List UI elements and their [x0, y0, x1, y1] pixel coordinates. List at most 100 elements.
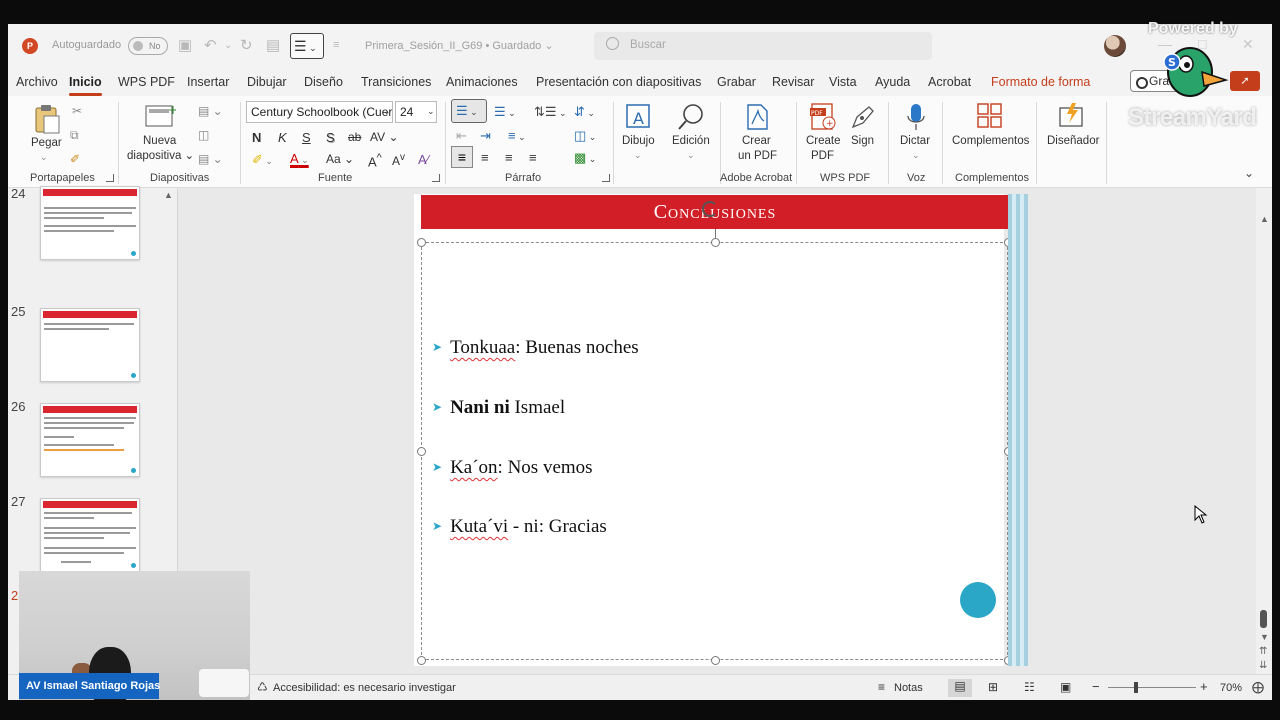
notes-button[interactable]: Notas	[894, 682, 923, 694]
scroll-thumb[interactable]	[1260, 610, 1267, 628]
italic-icon[interactable]: K	[278, 130, 287, 145]
scroll-down-icon[interactable]: ▼	[1260, 632, 1269, 642]
shadow-icon[interactable]: S	[326, 130, 335, 145]
undo-icon[interactable]: ↶	[204, 36, 217, 54]
tab-dibujar[interactable]: Dibujar	[247, 75, 287, 89]
scroll-up-icon[interactable]: ▲	[164, 190, 173, 200]
zoom-slider-thumb[interactable]	[1134, 682, 1138, 693]
create-pdf-label-2[interactable]: un PDF	[738, 149, 777, 164]
highlight-icon[interactable]: ✐ ⌄	[252, 152, 273, 168]
line-spacing-icon[interactable]: ⇅☰ ⌄	[534, 104, 567, 120]
dictate-button[interactable]: Dictar	[900, 134, 930, 149]
zoom-out-icon[interactable]: −	[1092, 679, 1100, 694]
underline-icon[interactable]: S	[302, 130, 311, 145]
reading-view-icon[interactable]: ☷	[1024, 680, 1035, 694]
launcher-icon[interactable]	[106, 174, 114, 182]
sign-button[interactable]: Sign	[851, 134, 874, 149]
accessibility-icon[interactable]: ♺	[257, 680, 268, 694]
grow-font-icon[interactable]: A^	[368, 152, 382, 169]
rotate-handle-icon[interactable]	[702, 201, 718, 217]
bullet-item[interactable]: ➤ Kuta´vi - ni: Gracias	[432, 516, 607, 538]
slide[interactable]: Conclusiones ➤ Tonkuaa: Buenas noches ➤ Na…	[414, 194, 1013, 666]
new-slide-dropdown[interactable]: diapositiva ⌄	[127, 149, 194, 164]
align-right-icon[interactable]: ≡	[505, 150, 513, 165]
tab-presentacion[interactable]: Presentación con diapositivas	[536, 75, 701, 89]
tab-formato-de-forma[interactable]: Formato de forma	[991, 75, 1090, 89]
format-painter-icon[interactable]: ✐	[70, 152, 80, 166]
tab-insertar[interactable]: Insertar	[187, 75, 229, 89]
tab-archivo[interactable]: Archivo	[16, 75, 58, 89]
slideshow-view-icon[interactable]: ▣	[1060, 680, 1071, 694]
search-input[interactable]: Buscar	[594, 32, 932, 60]
tab-vista[interactable]: Vista	[829, 75, 857, 89]
previous-slide-icon[interactable]: ⇈	[1259, 646, 1267, 657]
avatar[interactable]	[1104, 35, 1126, 57]
cut-icon[interactable]: ✂	[72, 104, 82, 118]
bold-icon[interactable]: N	[252, 130, 261, 145]
tab-wps-pdf[interactable]: WPS PDF	[118, 75, 175, 89]
resize-handle[interactable]	[711, 238, 720, 247]
document-name[interactable]: Primera_Sesión_II_G69 • Guardado ⌄	[365, 39, 554, 52]
smartart-icon[interactable]: ▩ ⌄	[574, 150, 596, 166]
numbering-icon[interactable]: ☰ ⌄	[494, 104, 516, 120]
slide-thumbnail-24[interactable]	[40, 186, 140, 260]
columns-icon[interactable]: ≡ ⌄	[508, 128, 526, 143]
content-textbox[interactable]: ➤ Tonkuaa: Buenas noches ➤ Nani ni Ismael …	[417, 229, 1013, 665]
notes-icon[interactable]: ≡	[878, 680, 885, 694]
justify-icon[interactable]: ≡	[529, 150, 537, 165]
resize-handle[interactable]	[711, 656, 720, 665]
normal-view-icon[interactable]: ▤	[948, 679, 972, 697]
decrease-indent-icon[interactable]: ⇤	[456, 128, 467, 144]
fit-slide-icon[interactable]: ⨁	[1252, 680, 1264, 694]
new-slide-button[interactable]: Nueva	[143, 134, 176, 149]
text-direction-icon[interactable]: ⇵ ⌄	[574, 104, 595, 120]
resize-handle[interactable]	[417, 238, 426, 247]
zoom-level[interactable]: 70%	[1220, 682, 1242, 694]
copy-icon[interactable]: ⧉	[70, 128, 79, 143]
bullet-item[interactable]: ➤ Nani ni Ismael	[432, 397, 565, 419]
bullet-item[interactable]: ➤ Ka´on: Nos vemos	[432, 457, 593, 479]
share-button[interactable]: ➚	[1230, 71, 1260, 91]
shrink-font-icon[interactable]: Av	[392, 152, 405, 168]
font-color-icon[interactable]: A ⌄	[290, 151, 309, 166]
drawing-button[interactable]: Dibujo	[622, 134, 655, 149]
paste-button[interactable]: Pegar	[31, 136, 62, 151]
bullet-item[interactable]: ➤ Tonkuaa: Buenas noches	[432, 337, 639, 359]
clear-format-icon[interactable]: A∕	[418, 152, 429, 167]
align-center-icon[interactable]: ≡	[481, 150, 489, 165]
autosave-toggle[interactable]: No	[128, 37, 168, 55]
tab-animaciones[interactable]: Animaciones	[446, 75, 518, 89]
slide-thumbnail-27[interactable]	[40, 498, 140, 572]
tab-grabar[interactable]: Grabar	[717, 75, 756, 89]
save-icon[interactable]: ▣	[178, 36, 192, 54]
reset-icon[interactable]: ◫	[198, 128, 209, 142]
designer-button[interactable]: Diseñador	[1047, 134, 1099, 149]
undo-dropdown-icon[interactable]: ⌄	[224, 40, 232, 51]
change-case-icon[interactable]: Aa ⌄	[326, 152, 354, 166]
create-pdf-label-1[interactable]: Crear	[742, 134, 771, 149]
vertical-scrollbar[interactable]: ▲ ▼ ⇈ ⇊	[1256, 188, 1272, 674]
slide-thumbnail-25[interactable]	[40, 308, 140, 382]
redo-icon[interactable]: ↻	[240, 36, 253, 54]
customize-toolbar-icon[interactable]: ≡	[333, 39, 339, 51]
increase-indent-icon[interactable]: ⇥	[480, 128, 491, 144]
slide-thumbnail-26[interactable]	[40, 403, 140, 477]
bullets-button[interactable]: ☰ ⌄	[451, 99, 487, 123]
tab-ayuda[interactable]: Ayuda	[875, 75, 910, 89]
start-presentation-icon[interactable]: ▤	[266, 36, 280, 54]
spacing-icon[interactable]: AV ⌄	[370, 130, 399, 144]
tab-diseno[interactable]: Diseño	[304, 75, 343, 89]
accessibility-status[interactable]: Accesibilidad: es necesario investigar	[273, 682, 456, 694]
addins-button[interactable]: Complementos	[952, 134, 1029, 149]
tab-transiciones[interactable]: Transiciones	[361, 75, 431, 89]
close-icon[interactable]: ✕	[1242, 36, 1254, 53]
zoom-in-icon[interactable]: +	[1200, 679, 1208, 694]
next-slide-icon[interactable]: ⇊	[1259, 660, 1267, 671]
tab-revisar[interactable]: Revisar	[772, 75, 814, 89]
launcher-icon[interactable]	[432, 174, 440, 182]
font-name-select[interactable]: Century Schoolbook (Cuer	[246, 101, 393, 123]
strikethrough-icon[interactable]: ab	[348, 130, 361, 144]
editing-button[interactable]: Edición	[672, 134, 710, 149]
wps-create-label-2[interactable]: PDF	[811, 149, 834, 164]
resize-handle[interactable]	[417, 656, 426, 665]
